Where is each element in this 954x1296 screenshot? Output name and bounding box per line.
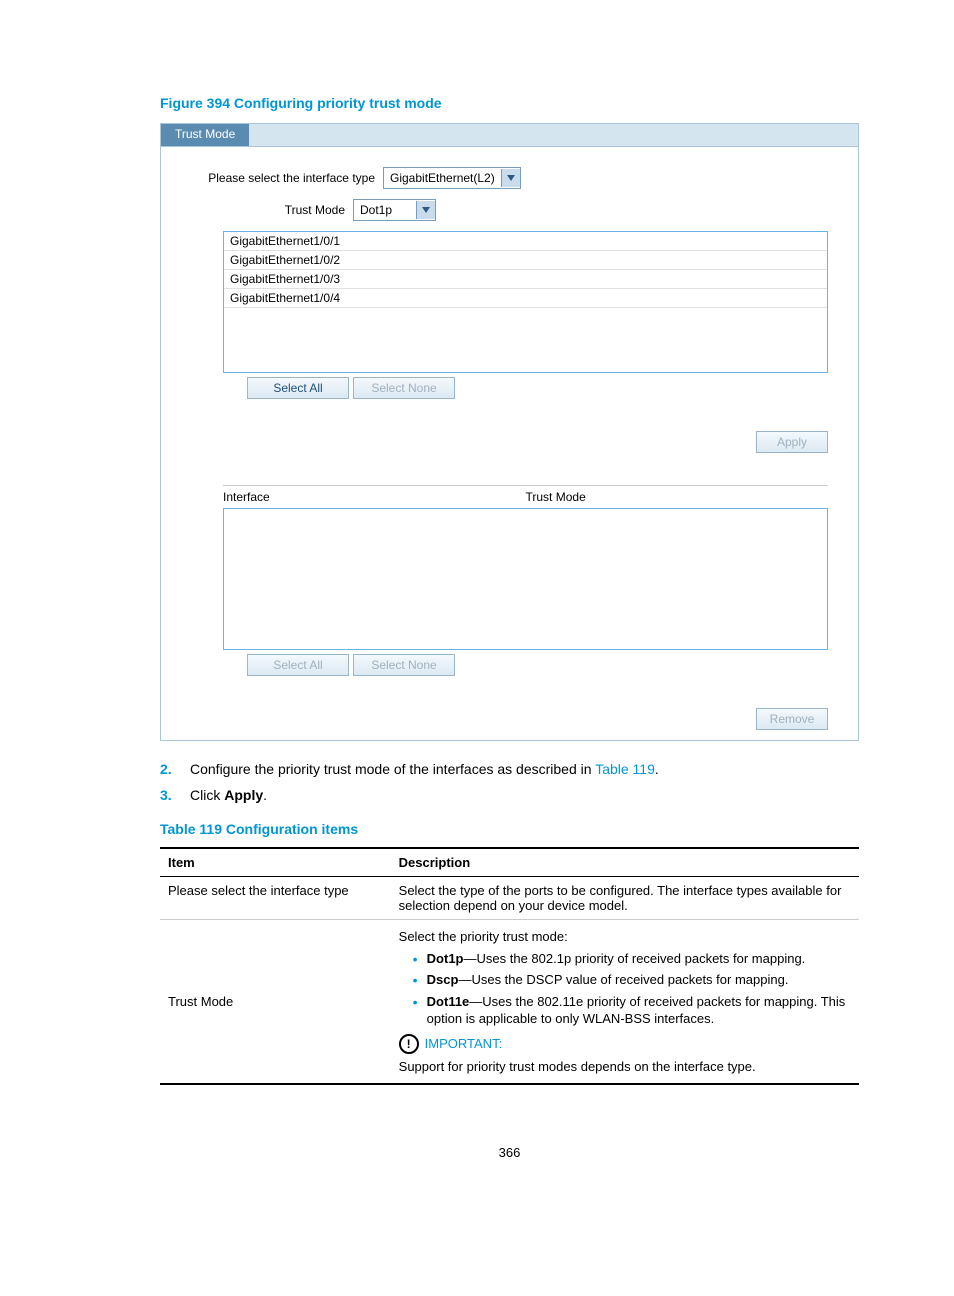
config-table: Item Description Please select the inter… <box>160 847 859 1085</box>
text: . <box>655 761 659 777</box>
text: —Uses the 802.11e priority of received p… <box>427 994 846 1027</box>
text: Click <box>190 787 224 803</box>
bullet-item: Dscp—Uses the DSCP value of received pac… <box>413 971 851 989</box>
trust-mode-label: Trust Mode <box>275 203 345 217</box>
td-desc: Select the type of the ports to be confi… <box>391 877 859 920</box>
text: —Uses the DSCP value of received packets… <box>458 972 788 987</box>
interface-list[interactable]: GigabitEthernet1/0/1 GigabitEthernet1/0/… <box>223 231 828 373</box>
text: —Uses the 802.1p priority of received pa… <box>464 951 806 966</box>
step-number: 3. <box>160 787 190 803</box>
label: Dscp <box>427 972 459 987</box>
table-link[interactable]: Table 119 <box>595 761 655 777</box>
text: . <box>263 787 267 803</box>
interface-type-select[interactable]: GigabitEthernet(L2) <box>383 167 521 189</box>
list-item[interactable]: GigabitEthernet1/0/3 <box>224 270 827 289</box>
remove-button[interactable]: Remove <box>756 708 828 730</box>
td-item: Please select the interface type <box>160 877 391 920</box>
table-caption: Table 119 Configuration items <box>160 821 859 837</box>
list-item[interactable]: GigabitEthernet1/0/4 <box>224 289 827 308</box>
td-desc: Select the priority trust mode: Dot1p—Us… <box>391 920 859 1085</box>
trust-mode-value: Dot1p <box>354 203 416 217</box>
select-none-button-2[interactable]: Select None <box>353 654 455 676</box>
bullet-item: Dot1p—Uses the 802.1p priority of receiv… <box>413 950 851 968</box>
figure-caption: Figure 394 Configuring priority trust mo… <box>160 95 859 111</box>
result-col-interface: Interface <box>223 490 526 504</box>
bullet-item: Dot11e—Uses the 802.11e priority of rece… <box>413 993 851 1028</box>
desc-support: Support for priority trust modes depends… <box>399 1058 851 1076</box>
th-item: Item <box>160 848 391 877</box>
step-text: Click Apply. <box>190 787 267 803</box>
config-panel: Trust Mode Please select the interface t… <box>160 123 859 741</box>
text: Configure the priority trust mode of the… <box>190 761 595 777</box>
list-item[interactable]: GigabitEthernet1/0/2 <box>224 251 827 270</box>
interface-type-label: Please select the interface type <box>205 171 375 185</box>
chevron-down-icon <box>416 201 435 219</box>
apply-button[interactable]: Apply <box>756 431 828 453</box>
label: Dot11e <box>427 994 470 1009</box>
desc-intro: Select the priority trust mode: <box>399 928 851 946</box>
step-number: 2. <box>160 761 190 777</box>
chevron-down-icon <box>501 169 520 187</box>
select-all-button-2[interactable]: Select All <box>247 654 349 676</box>
step-text: Configure the priority trust mode of the… <box>190 761 659 777</box>
trust-mode-select[interactable]: Dot1p <box>353 199 436 221</box>
tab-trust-mode[interactable]: Trust Mode <box>161 124 249 146</box>
important-label: IMPORTANT: <box>425 1036 503 1051</box>
th-description: Description <box>391 848 859 877</box>
select-none-button[interactable]: Select None <box>353 377 455 399</box>
select-all-button[interactable]: Select All <box>247 377 349 399</box>
page-number: 366 <box>160 1145 859 1160</box>
result-col-trust-mode: Trust Mode <box>526 490 829 504</box>
tab-bar: Trust Mode <box>161 124 858 147</box>
label: Dot1p <box>427 951 464 966</box>
td-item: Trust Mode <box>160 920 391 1085</box>
list-item[interactable]: GigabitEthernet1/0/1 <box>224 232 827 251</box>
apply-label: Apply <box>224 787 263 803</box>
important-icon: ! <box>399 1034 419 1054</box>
interface-type-value: GigabitEthernet(L2) <box>384 171 501 185</box>
result-list[interactable] <box>223 508 828 650</box>
